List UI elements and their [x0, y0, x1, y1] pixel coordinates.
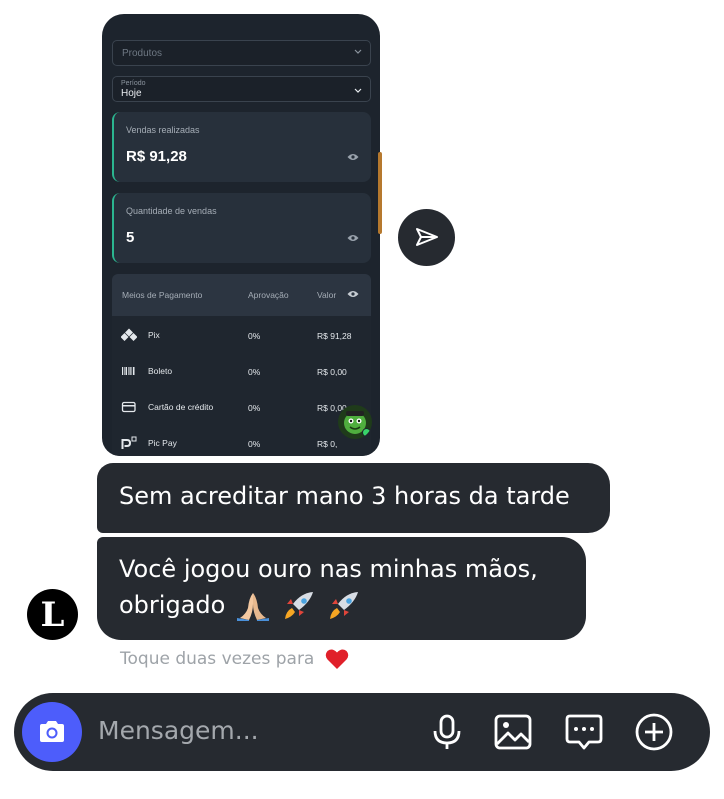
sticker-icon[interactable] — [564, 712, 604, 752]
products-select: Produtos — [112, 40, 371, 66]
sender-avatar[interactable]: L — [27, 589, 78, 640]
share-button[interactable] — [398, 209, 455, 266]
barcode-icon — [122, 367, 135, 375]
period-value: Hoje — [121, 88, 142, 99]
payment-value: R$ 0, — [317, 439, 338, 449]
col-value: Valor — [317, 290, 337, 300]
chevron-down-icon — [354, 88, 362, 93]
gallery-icon[interactable] — [493, 712, 533, 752]
products-placeholder: Produtos — [122, 48, 163, 59]
col-payment-methods: Meios de Pagamento — [122, 290, 203, 300]
message-text-line: obrigado — [119, 587, 564, 623]
eye-icon — [347, 235, 359, 241]
message-composer: Mensagem... — [14, 693, 710, 771]
pix-icon — [121, 328, 137, 341]
online-status-dot — [362, 428, 371, 437]
payment-name: Pix — [148, 330, 160, 340]
paper-plane-icon — [415, 227, 438, 246]
eye-icon — [347, 291, 359, 297]
heart-icon — [325, 649, 349, 669]
rocket-emoji-icon — [284, 592, 313, 619]
plus-icon[interactable] — [634, 712, 674, 752]
payment-value: R$ 91,28 — [317, 331, 352, 341]
payment-name: Pic Pay — [148, 438, 177, 448]
payment-approval: 0% — [248, 367, 261, 377]
message-bubble[interactable]: Sem acreditar mano 3 horas da tarde — [97, 463, 610, 533]
payment-value: R$ 0,00 — [317, 367, 347, 377]
double-tap-hint: Toque duas vezes para — [120, 648, 349, 670]
screenshot-scroll-indicator — [378, 152, 382, 234]
payments-table-header: Meios de Pagamento Aprovação Valor — [112, 274, 371, 316]
message-input[interactable]: Mensagem... — [98, 716, 259, 745]
message-text-line: Você jogou ouro nas minhas mãos, — [119, 555, 538, 583]
sales-done-label: Vendas realizadas — [126, 125, 200, 135]
camera-button[interactable] — [22, 702, 82, 762]
payment-approval: 0% — [248, 331, 261, 341]
sales-count-label: Quantidade de vendas — [126, 206, 217, 216]
sales-done-card: Vendas realizadas R$ 91,28 — [112, 112, 371, 182]
credit-card-icon — [121, 401, 136, 413]
table-row: Cartão de crédito 0% R$ 0,00 — [112, 390, 371, 426]
microphone-icon[interactable] — [427, 712, 467, 752]
message-text: obrigado — [119, 591, 226, 619]
payments-table-body: Pix 0% R$ 91,28 Boleto 0% R$ 0,00 Cartão… — [112, 316, 371, 456]
shared-screenshot[interactable]: Produtos Período Hoje Vendas realizadas … — [102, 14, 380, 456]
sales-count-value: 5 — [126, 229, 135, 246]
picpay-icon — [121, 436, 137, 449]
payment-approval: 0% — [248, 439, 261, 449]
message-text: Sem acreditar mano 3 horas da tarde — [119, 482, 570, 510]
payment-approval: 0% — [248, 403, 261, 413]
sales-count-card: Quantidade de vendas 5 — [112, 193, 371, 263]
sales-done-value: R$ 91,28 — [126, 148, 187, 165]
avatar-letter: L — [40, 594, 65, 635]
rocket-emoji-icon — [330, 592, 359, 619]
period-label: Período — [121, 80, 146, 87]
profile-avatar — [338, 405, 372, 439]
eye-icon — [347, 154, 359, 160]
praying-hands-emoji-icon — [236, 593, 269, 621]
camera-icon — [40, 721, 64, 742]
payment-name: Cartão de crédito — [148, 402, 214, 412]
message-bubble[interactable]: Você jogou ouro nas minhas mãos, obrigad… — [97, 537, 586, 640]
table-row: Pix 0% R$ 91,28 — [112, 318, 371, 354]
table-row: Pic Pay 0% R$ 0, — [112, 426, 371, 456]
payment-name: Boleto — [148, 366, 173, 376]
period-select: Período Hoje — [112, 76, 371, 102]
col-approval: Aprovação — [248, 290, 289, 300]
chevron-down-icon — [354, 49, 362, 54]
table-row: Boleto 0% R$ 0,00 — [112, 354, 371, 390]
hint-text: Toque duas vezes para — [120, 649, 315, 669]
